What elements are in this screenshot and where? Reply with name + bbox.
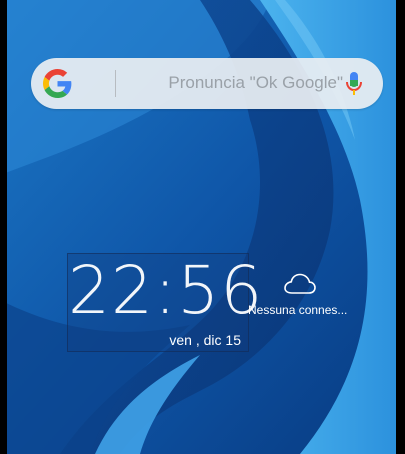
- clock-time: 22:56: [68, 252, 264, 329]
- search-divider: [115, 70, 116, 97]
- microphone-icon[interactable]: [344, 71, 364, 97]
- clock-widget[interactable]: 22:56 ven , dic 15: [67, 252, 264, 352]
- home-screen: Pronuncia "Ok Google" 22:56 ven , dic 15…: [0, 0, 405, 454]
- google-g-icon: [43, 69, 72, 98]
- screen-frame-left: [0, 0, 7, 454]
- weather-status[interactable]: Nessuna connes...: [248, 303, 348, 317]
- google-search-bar[interactable]: Pronuncia "Ok Google": [31, 58, 383, 109]
- search-placeholder[interactable]: Pronuncia "Ok Google": [143, 73, 343, 93]
- clock-date: ven , dic 15: [169, 332, 241, 348]
- screen-frame-right: [396, 0, 405, 454]
- cloud-icon[interactable]: [283, 272, 317, 296]
